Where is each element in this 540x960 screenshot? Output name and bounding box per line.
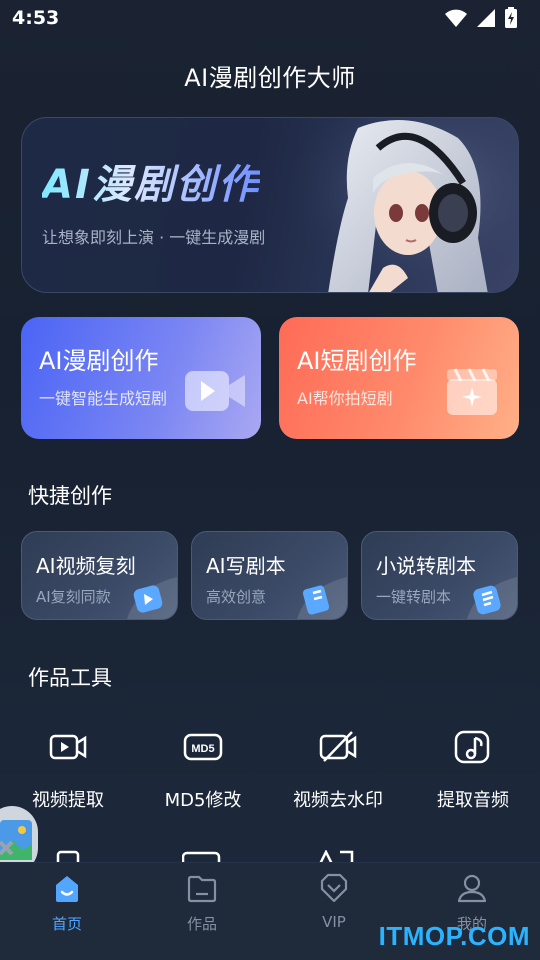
wifi-icon	[445, 9, 467, 27]
signal-icon	[477, 9, 495, 27]
user-icon	[457, 874, 487, 903]
quick-item-ai-script[interactable]: AI写剧本 高效创意	[191, 531, 348, 620]
document-lines-icon	[467, 577, 517, 619]
hero-subtitle: 让想象即刻上演 · 一键生成漫剧	[42, 228, 266, 247]
quick-item-novel-to-script[interactable]: 小说转剧本 一键转剧本	[361, 531, 518, 620]
section-title-tools: 作品工具	[28, 666, 112, 690]
hero-banner[interactable]: AI漫剧创作 让想象即刻上演 · 一键生成漫剧	[21, 117, 519, 293]
card-title: AI短剧创作	[297, 347, 417, 375]
video-extract-icon	[49, 734, 87, 760]
card-subtitle: 一键智能生成短剧	[39, 389, 168, 408]
section-title-quick: 快捷创作	[28, 484, 112, 508]
site-watermark: ITMOP.COM	[378, 921, 530, 951]
tool-label: 视频去水印	[293, 790, 383, 811]
tab-works[interactable]: 作品	[162, 871, 242, 934]
tab-label: 作品	[186, 915, 217, 933]
video-off-icon	[319, 731, 357, 762]
card-ai-comic-creation[interactable]: AI漫剧创作 一键智能生成短剧	[21, 317, 261, 439]
quick-item-subtitle: 一键转剧本	[376, 588, 452, 606]
script-pen-icon	[297, 577, 347, 619]
tab-label: VIP	[322, 913, 346, 931]
status-icons	[444, 7, 518, 29]
tool-md5-modify[interactable]: MD5 MD5修改	[143, 726, 263, 811]
page-title: AI漫剧创作大师	[184, 64, 356, 92]
home-icon	[56, 876, 78, 902]
card-ai-short-drama-creation[interactable]: AI短剧创作 AI帮你拍短剧	[279, 317, 519, 439]
tool-label: 提取音频	[437, 790, 509, 811]
tool-label: 视频提取	[32, 790, 104, 811]
folder-icon	[187, 875, 217, 903]
card-title: AI漫剧创作	[39, 347, 159, 375]
md5-icon-text: MD5	[191, 743, 214, 755]
card-subtitle: AI帮你拍短剧	[297, 389, 393, 408]
anime-girl-headphones-image	[288, 118, 518, 292]
music-note-icon	[454, 730, 490, 764]
tab-label: 首页	[51, 915, 82, 933]
video-shield-icon	[127, 577, 177, 619]
hero-title: AI漫剧创作	[42, 152, 260, 210]
tool-remove-watermark[interactable]: 视频去水印	[278, 726, 398, 811]
battery-charging-icon	[505, 7, 517, 28]
vip-heart-icon	[320, 873, 348, 903]
status-bar: 4:53	[0, 0, 540, 36]
clapperboard-sparkle-icon	[447, 368, 497, 415]
tool-label: MD5修改	[164, 790, 242, 811]
quick-item-title: AI写剧本	[206, 554, 286, 578]
tab-vip[interactable]: VIP	[294, 871, 374, 931]
tab-home[interactable]: 首页	[27, 871, 107, 934]
tool-extract-audio[interactable]: 提取音频	[413, 726, 533, 811]
tool-video-extract[interactable]: 视频提取	[8, 726, 128, 811]
quick-item-video-replicate[interactable]: AI视频复刻 AI复刻同款	[21, 531, 178, 620]
status-time: 4:53	[12, 7, 60, 29]
quick-item-subtitle: AI复刻同款	[36, 588, 111, 606]
quick-item-subtitle: 高效创意	[206, 588, 267, 606]
md5-icon: MD5	[183, 733, 223, 761]
video-play-icon	[185, 371, 245, 411]
